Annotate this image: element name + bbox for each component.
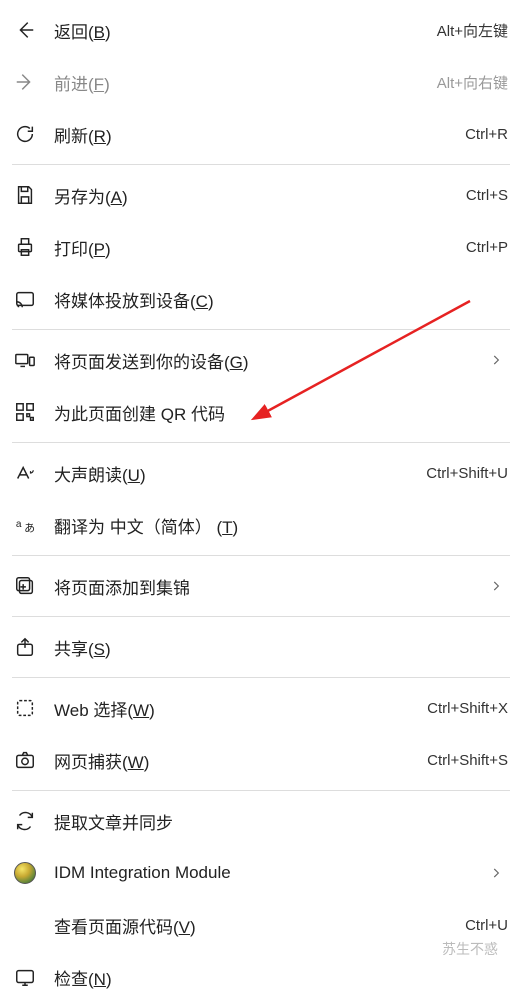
menu-item-inspect[interactable]: 检查(N)	[0, 951, 522, 1003]
webselect-icon	[14, 697, 54, 719]
menu-item-label: 刷新(R)	[54, 122, 457, 147]
menu-item-label: 将页面添加到集锦	[54, 574, 484, 599]
arrow-right-icon	[14, 71, 54, 93]
menu-item-shortcut: Ctrl+Shift+U	[426, 465, 508, 482]
menu-item-shortcut: Alt+向左键	[437, 20, 508, 41]
refresh-icon	[14, 123, 54, 145]
print-icon	[14, 236, 54, 258]
menu-item-label: 前进(F)	[54, 70, 429, 95]
menu-item-shortcut: Ctrl+Shift+X	[427, 700, 508, 717]
menu-item-label: 共享(S)	[54, 635, 508, 660]
menu-divider	[12, 164, 510, 165]
chevron-right-icon	[484, 579, 508, 593]
menu-item-collections[interactable]: 将页面添加到集锦	[0, 560, 522, 612]
menu-divider	[12, 329, 510, 330]
inspect-icon	[14, 966, 54, 988]
menu-item-label: 为此页面创建 QR 代码	[54, 400, 508, 425]
menu-divider	[12, 442, 510, 443]
menu-divider	[12, 616, 510, 617]
menu-item-forward: 前进(F) Alt+向右键	[0, 56, 522, 108]
menu-item-idm[interactable]: IDM Integration Module	[0, 847, 522, 899]
menu-item-label: 打印(P)	[54, 235, 458, 260]
menu-item-label: 另存为(A)	[54, 183, 458, 208]
menu-item-refresh[interactable]: 刷新(R) Ctrl+R	[0, 108, 522, 160]
menu-item-shortcut: Alt+向右键	[437, 72, 508, 93]
menu-item-print[interactable]: 打印(P) Ctrl+P	[0, 221, 522, 273]
idm-icon	[14, 862, 54, 884]
cast-icon	[14, 288, 54, 310]
translate-icon: aあ	[14, 514, 54, 536]
menu-item-viewsource[interactable]: 查看页面源代码(V) Ctrl+U	[0, 899, 522, 951]
svg-text:あ: あ	[24, 521, 35, 534]
menu-item-shortcut: Ctrl+S	[466, 187, 508, 204]
menu-item-label: Web 选择(W)	[54, 696, 419, 721]
menu-item-capture[interactable]: 网页捕获(W) Ctrl+Shift+S	[0, 734, 522, 786]
share-icon	[14, 636, 54, 658]
capture-icon	[14, 749, 54, 771]
menu-item-label: 返回(B)	[54, 18, 429, 43]
menu-item-back[interactable]: 返回(B) Alt+向左键	[0, 4, 522, 56]
menu-divider	[12, 677, 510, 678]
menu-item-readaloud[interactable]: 大声朗读(U) Ctrl+Shift+U	[0, 447, 522, 499]
save-icon	[14, 184, 54, 206]
collections-icon	[14, 575, 54, 597]
context-menu: 苏生不惑 返回(B)Alt+向左键前进(F)Alt+向右键刷新(R)Ctrl+R…	[0, 0, 522, 1007]
menu-item-qrcode[interactable]: 为此页面创建 QR 代码	[0, 386, 522, 438]
sync-icon	[14, 810, 54, 832]
qr-icon	[14, 401, 54, 423]
chevron-right-icon	[484, 353, 508, 367]
menu-item-label: 网页捕获(W)	[54, 748, 419, 773]
menu-item-label: IDM Integration Module	[54, 863, 484, 883]
menu-item-label: 提取文章并同步	[54, 809, 508, 834]
svg-text:a: a	[16, 519, 22, 530]
menu-divider	[12, 790, 510, 791]
arrow-left-icon	[14, 19, 54, 41]
menu-item-share[interactable]: 共享(S)	[0, 621, 522, 673]
menu-item-shortcut: Ctrl+U	[465, 917, 508, 934]
devices-icon	[14, 349, 54, 371]
menu-item-label: 检查(N)	[54, 965, 508, 990]
menu-item-webselect[interactable]: Web 选择(W) Ctrl+Shift+X	[0, 682, 522, 734]
menu-item-shortcut: Ctrl+P	[466, 239, 508, 256]
menu-item-cast[interactable]: 将媒体投放到设备(C)	[0, 273, 522, 325]
chevron-right-icon	[484, 866, 508, 880]
read-icon	[14, 462, 54, 484]
menu-divider	[12, 555, 510, 556]
menu-item-label: 将页面发送到你的设备(G)	[54, 348, 484, 373]
menu-item-label: 将媒体投放到设备(C)	[54, 287, 508, 312]
menu-item-translate[interactable]: aあ翻译为 中文（简体） (T)	[0, 499, 522, 551]
menu-item-label: 大声朗读(U)	[54, 461, 418, 486]
menu-item-saveas[interactable]: 另存为(A) Ctrl+S	[0, 169, 522, 221]
menu-item-extract[interactable]: 提取文章并同步	[0, 795, 522, 847]
menu-item-shortcut: Ctrl+R	[465, 126, 508, 143]
menu-item-shortcut: Ctrl+Shift+S	[427, 752, 508, 769]
menu-item-label: 翻译为 中文（简体） (T)	[54, 513, 508, 538]
menu-item-label: 查看页面源代码(V)	[54, 913, 457, 938]
menu-item-senddevice[interactable]: 将页面发送到你的设备(G)	[0, 334, 522, 386]
